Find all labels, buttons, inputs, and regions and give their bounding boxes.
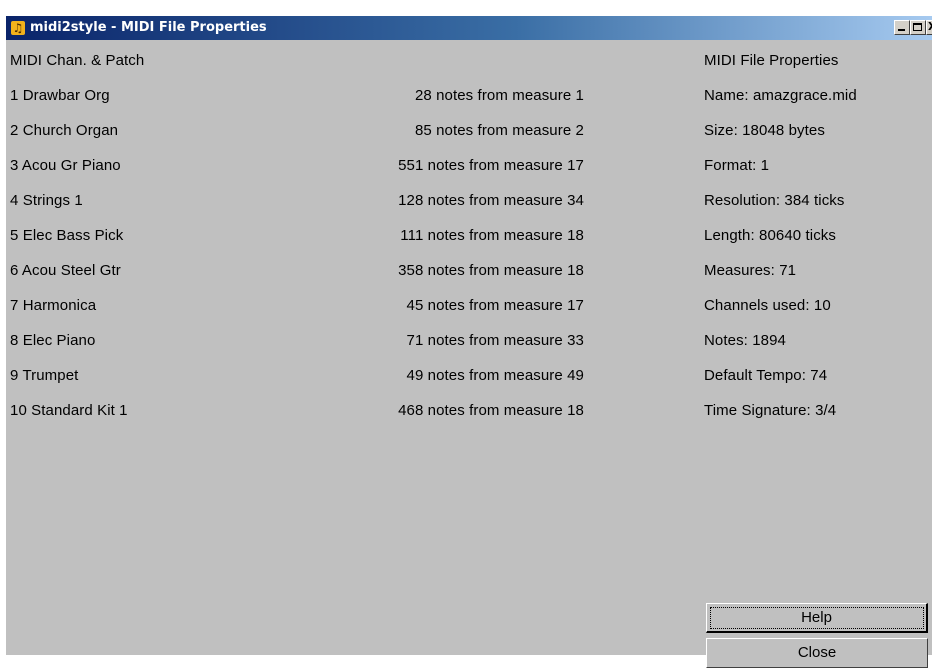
channel-patch: 10 Standard Kit 1	[10, 402, 128, 419]
channel-patch: 4 Strings 1	[10, 192, 83, 209]
channel-patch: 3 Acou Gr Piano	[10, 157, 121, 174]
property-item: Default Tempo: 74	[704, 367, 828, 384]
channel-notes: 358 notes from measure 18	[398, 262, 584, 279]
close-window-button[interactable]: X	[926, 20, 932, 35]
maximize-icon	[913, 23, 922, 31]
title-bar[interactable]: ♫ midi2style - MIDI File Properties X	[6, 16, 932, 40]
channel-notes: 551 notes from measure 17	[398, 157, 584, 174]
channel-notes: 49 notes from measure 49	[406, 367, 584, 384]
content-area: MIDI Chan. & Patch MIDI File Properties …	[6, 40, 932, 668]
music-note-icon: ♫	[11, 21, 25, 35]
property-item: Notes: 1894	[704, 332, 786, 349]
channel-patch: 1 Drawbar Org	[10, 87, 110, 104]
property-item: Name: amazgrace.mid	[704, 87, 857, 104]
channel-notes: 71 notes from measure 33	[406, 332, 584, 349]
properties-window: ♫ midi2style - MIDI File Properties X MI…	[5, 16, 932, 668]
channel-patch: 5 Elec Bass Pick	[10, 227, 124, 244]
channels-header: MIDI Chan. & Patch	[10, 52, 145, 69]
maximize-button[interactable]	[910, 20, 926, 35]
close-button[interactable]: Close	[706, 638, 928, 668]
property-item: Resolution: 384 ticks	[704, 192, 845, 209]
channel-patch: 2 Church Organ	[10, 122, 119, 139]
channel-patch: 6 Acou Steel Gtr	[10, 262, 121, 279]
properties-header: MIDI File Properties	[704, 52, 839, 69]
minimize-icon	[898, 29, 905, 31]
property-item: Measures: 71	[704, 262, 797, 279]
help-button[interactable]: Help	[706, 603, 928, 633]
channel-notes: 128 notes from measure 34	[398, 192, 584, 209]
channel-notes: 45 notes from measure 17	[406, 297, 584, 314]
property-item: Size: 18048 bytes	[704, 122, 825, 139]
minimize-button[interactable]	[894, 20, 910, 35]
window-title: midi2style - MIDI File Properties	[30, 20, 267, 35]
property-item: Channels used: 10	[704, 297, 831, 314]
property-item: Length: 80640 ticks	[704, 227, 836, 244]
channel-notes: 468 notes from measure 18	[398, 402, 584, 419]
channel-notes: 111 notes from measure 18	[400, 227, 584, 244]
property-item: Format: 1	[704, 157, 770, 174]
channel-notes: 28 notes from measure 1	[414, 87, 584, 104]
close-icon: X	[928, 21, 932, 33]
property-item: Time Signature: 3/4	[704, 402, 837, 419]
channel-patch: 9 Trumpet	[10, 367, 79, 384]
channel-patch: 7 Harmonica	[10, 297, 97, 314]
channel-notes: 85 notes from measure 2	[414, 122, 584, 139]
channel-patch: 8 Elec Piano	[10, 332, 96, 349]
